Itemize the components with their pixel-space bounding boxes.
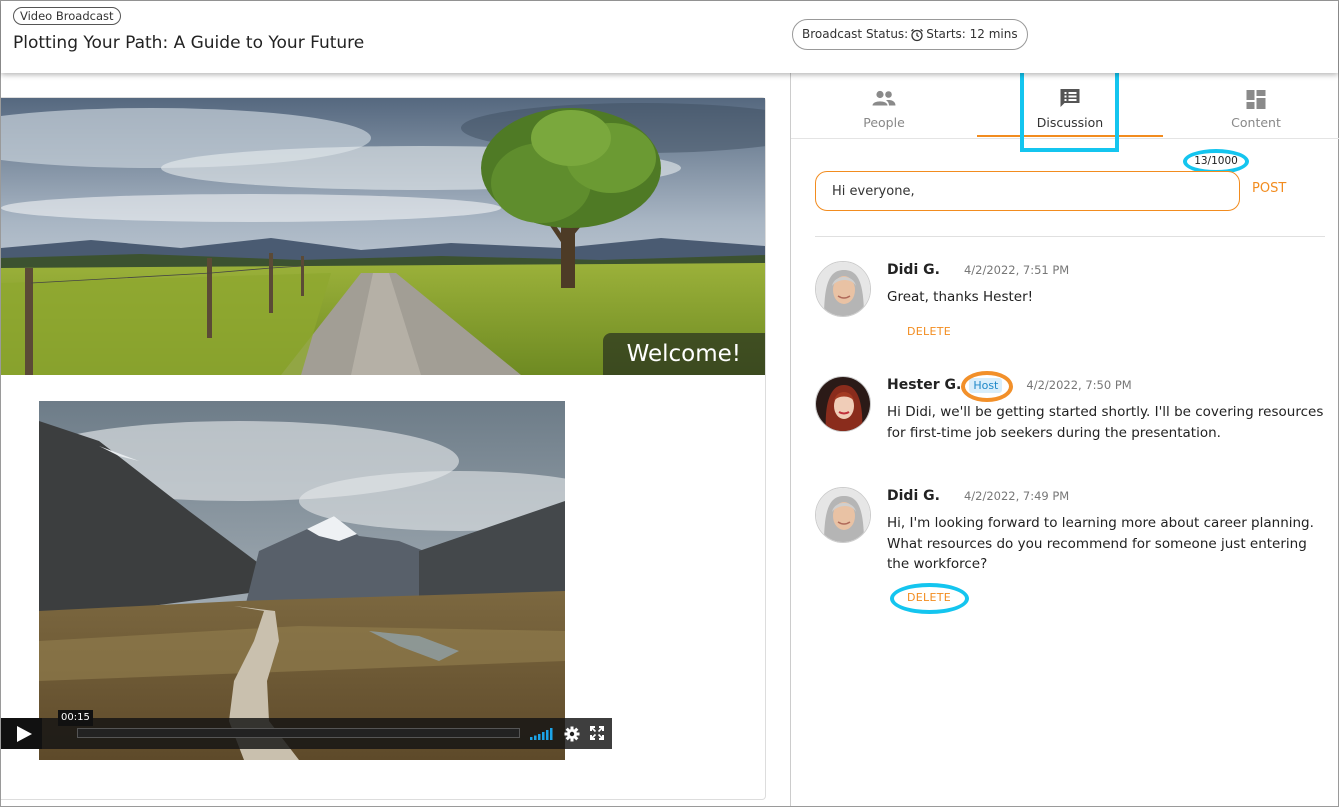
discussion-icon	[1060, 89, 1080, 107]
sidebar-panel: People Discussion Content 13/1000 Hi eve…	[790, 65, 1339, 806]
host-badge-highlight	[961, 370, 1014, 402]
mountain-path-video-frame	[39, 401, 565, 760]
welcome-caption: Welcome!	[602, 333, 765, 375]
composer-divider	[815, 236, 1325, 237]
tab-discussion[interactable]: Discussion	[977, 73, 1163, 139]
tab-label-people: People	[863, 115, 905, 130]
message-body: Hi, I'm looking forward to learning more…	[887, 515, 1314, 572]
status-value: Starts: 12 mins	[926, 27, 1018, 41]
tabs-divider	[791, 138, 1339, 139]
alarm-clock-icon	[910, 28, 924, 42]
video-controls: 00:15	[1, 710, 612, 749]
avatar	[815, 376, 871, 432]
message-header: Hester G. Host 4/2/2022, 7:50 PM	[887, 370, 1132, 402]
tab-people[interactable]: People	[791, 73, 977, 139]
tab-content[interactable]: Content	[1163, 73, 1339, 139]
play-button[interactable]	[1, 718, 42, 749]
avatar	[815, 487, 871, 543]
content-dashboard-icon	[1246, 90, 1266, 109]
message-body: Hi Didi, we'll be getting started shortl…	[887, 404, 1324, 441]
status-label: Broadcast Status:	[802, 27, 909, 41]
avatar-didi-image	[816, 262, 870, 316]
fullscreen-icon[interactable]	[590, 726, 604, 740]
message-body: Great, thanks Hester!	[887, 289, 1034, 305]
message-timestamp: 4/2/2022, 7:50 PM	[1026, 378, 1132, 392]
message-item: Didi G. 4/2/2022, 7:51 PM Great, thanks …	[815, 261, 1325, 341]
message-author: Hester G.	[887, 377, 962, 393]
broadcast-type-badge: Video Broadcast	[13, 7, 121, 25]
video-player[interactable]	[39, 401, 565, 760]
message-item: Didi G. 4/2/2022, 7:49 PM Hi, I'm lookin…	[815, 487, 1325, 627]
header-bar: Video Broadcast Plotting Your Path: A Gu…	[1, 1, 1338, 73]
message-item: Hester G. Host 4/2/2022, 7:50 PM Hi Didi…	[815, 370, 1325, 456]
settings-gear-icon[interactable]	[564, 726, 580, 742]
people-icon	[872, 90, 896, 106]
post-button[interactable]: POST	[1252, 181, 1286, 196]
play-icon	[17, 726, 32, 742]
sidebar-tabs: People Discussion Content	[791, 65, 1339, 152]
avatar	[815, 261, 871, 317]
message-author: Didi G.	[887, 262, 940, 278]
delete-message-button[interactable]: DELETE	[907, 591, 951, 604]
delete-message-button[interactable]: DELETE	[907, 325, 951, 338]
volume-icon[interactable]	[530, 727, 554, 740]
video-time: 00:15	[58, 710, 93, 726]
broadcast-status-pill: Broadcast Status: Starts: 12 mins	[792, 19, 1028, 50]
page-title: Plotting Your Path: A Guide to Your Futu…	[13, 33, 365, 53]
avatar-didi-image	[816, 488, 870, 542]
message-author: Didi G.	[887, 488, 940, 504]
content-panel: Welcome! 00:15	[1, 97, 766, 800]
message-header: Didi G. 4/2/2022, 7:51 PM	[887, 262, 1069, 278]
message-timestamp: 4/2/2022, 7:51 PM	[963, 263, 1070, 277]
welcome-banner: Welcome!	[1, 98, 765, 375]
discussion-input[interactable]	[815, 171, 1240, 211]
tab-label-discussion: Discussion	[1036, 115, 1104, 130]
host-badge: Host	[961, 370, 1014, 402]
tab-label-content: Content	[1231, 115, 1281, 130]
video-progress-bar[interactable]	[77, 728, 520, 738]
active-tab-indicator	[977, 135, 1163, 137]
message-header: Didi G. 4/2/2022, 7:49 PM	[887, 488, 1069, 504]
message-timestamp: 4/2/2022, 7:49 PM	[963, 489, 1070, 503]
avatar-hester-image	[816, 377, 870, 431]
